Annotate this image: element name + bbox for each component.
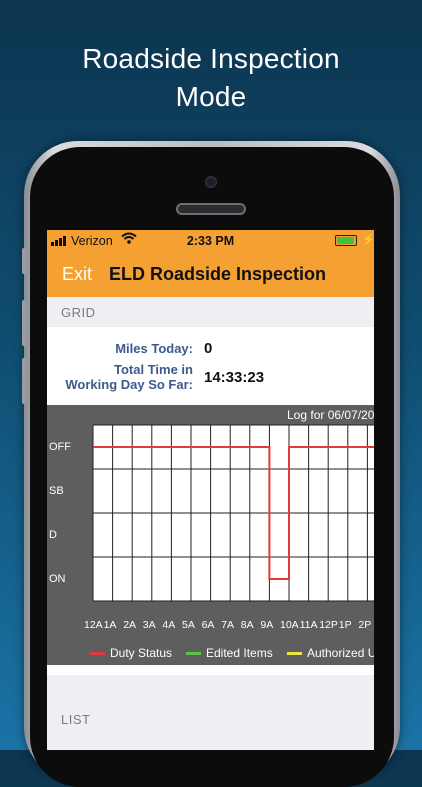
status-time: 2:33 PM [186,234,235,248]
front-camera [205,176,217,188]
log-date-title: Log for 06/07/20 [287,408,374,422]
total-time-label-line-2: Working Day So Far: [65,377,193,392]
headline-line-2: Mode [175,81,247,112]
app-screen: Verizon 2:33 PM ⚡ Exit ELD Roadside Insp… [47,230,374,750]
exit-button[interactable]: Exit [62,264,92,285]
hour-tick-label: 5A [182,619,195,631]
legend-edited-items-swatch [186,652,201,656]
duty-status-grid[interactable]: Log for 06/07/20 OFF SB D ON 12A 1A 2A 3A 4A 5A 6A 7… [47,405,374,665]
hour-tick-label: 1A [104,619,117,631]
navigation-bar: Exit ELD Roadside Inspection [47,251,374,297]
grid-legend: Duty Status Edited Items Authorized U [47,643,374,663]
headline-line-1: Roadside Inspection [82,43,340,74]
total-time-label: Total Time in Working Day So Far: [65,362,193,392]
battery-icon [335,235,357,246]
duty-row-label: ON [49,573,66,585]
legend-authorized: Authorized U [287,646,374,660]
miles-today-value: 0 [204,340,213,357]
phone-volume-down-button [22,358,26,404]
promo-headline: Roadside Inspection Mode [0,40,422,116]
legend-authorized-swatch [287,652,302,656]
page-title: ELD Roadside Inspection [109,264,327,284]
hour-tick-label: 2P [358,619,371,631]
phone-volume-up-button [22,300,26,346]
total-time-label-line-1: Total Time in [114,362,193,377]
hour-tick-label: 4A [162,619,175,631]
legend-duty-status-label: Duty Status [110,646,173,660]
grid-section-label: GRID [61,305,96,320]
hour-tick-label: 9A [260,619,273,631]
legend-edited-items: Edited Items [186,646,273,660]
legend-duty-status-swatch [90,652,105,656]
hour-tick-label: 7A [221,619,234,631]
hour-tick-label: 10A [280,619,299,631]
grid-section-header: GRID [47,297,374,327]
earpiece-speaker [176,203,246,215]
status-bar: Verizon 2:33 PM ⚡ [47,230,374,251]
hour-tick-label: 12P [319,619,338,631]
list-section-header: LIST [47,675,374,750]
duty-row-label: OFF [49,441,71,453]
list-section-label: LIST [61,712,91,727]
legend-authorized-label: Authorized U [307,646,374,660]
hour-tick-label: 12A [84,619,103,631]
grid-spacer [47,665,374,675]
hour-tick-label: 3A [143,619,156,631]
charging-bolt-icon: ⚡ [362,234,374,246]
hour-tick-label: 11A [300,619,318,631]
phone-side-button [22,248,26,274]
total-time-value: 14:33:23 [204,369,265,386]
hour-tick-label: 1P [339,619,352,631]
hour-tick-label: 2A [123,619,136,631]
duty-row-label: SB [49,485,64,497]
legend-edited-items-label: Edited Items [206,646,273,660]
hour-tick-label: 8A [241,619,254,631]
daily-summary: Miles Today: 0 Total Time in Working Day… [47,327,374,405]
duty-grid-chart: Log for 06/07/20 OFF SB D ON 12A 1A 2A 3A 4A 5A 6A 7… [49,408,374,631]
hour-tick-label: 6A [202,619,215,631]
miles-today-label: Miles Today: [115,341,193,356]
duty-row-label: D [49,529,57,541]
legend-duty-status: Duty Status [90,646,172,660]
